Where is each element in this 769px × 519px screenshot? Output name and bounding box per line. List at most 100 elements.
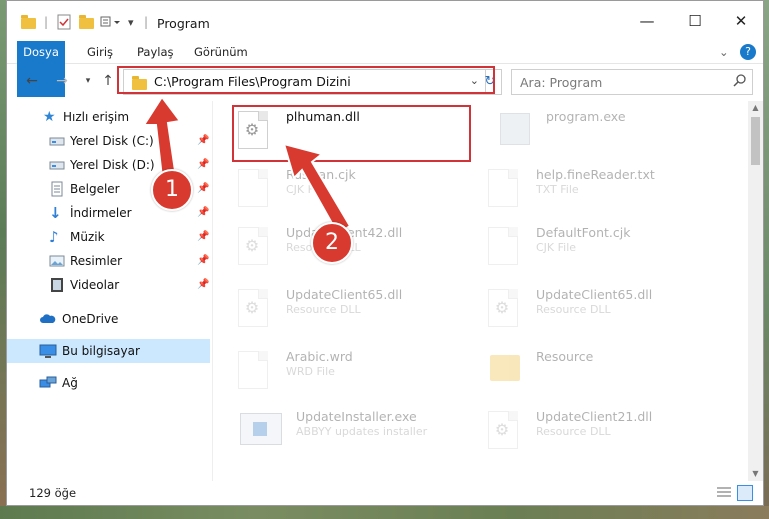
file-name: UpdateClient21.dll xyxy=(536,409,653,424)
computer-icon xyxy=(39,343,57,359)
close-button[interactable]: ✕ xyxy=(731,11,751,31)
nav-label: Resimler xyxy=(70,254,123,268)
ribbon-expand-icon[interactable]: ⌄ xyxy=(719,41,729,63)
chevron-down-icon[interactable]: ▾ xyxy=(128,13,134,31)
marker-1-badge: 1 xyxy=(151,169,193,211)
file-name: UpdateClient65.dll xyxy=(536,287,653,302)
new-folder-icon[interactable] xyxy=(79,13,94,31)
pictures-icon xyxy=(49,253,65,269)
file-name: program.exe xyxy=(546,109,626,124)
desktop-background-right xyxy=(764,0,769,519)
file-name: DefaultFont.cjk xyxy=(536,225,631,240)
nav-label: Müzik xyxy=(70,230,105,244)
pin-icon[interactable]: 📌 xyxy=(197,225,209,249)
exe-file-icon xyxy=(500,113,530,145)
file-list: ⚙ plhuman.dll program.exe Russian.cjk CJ… xyxy=(213,101,743,481)
gear-icon: ⚙ xyxy=(244,236,260,255)
nav-label: Hızlı erişim xyxy=(63,110,130,124)
file-item[interactable]: UpdateInstaller.exe ABBYY updates instal… xyxy=(238,407,468,463)
vertical-scrollbar[interactable]: ▲ ▼ xyxy=(748,101,763,481)
tab-home[interactable]: Giriş xyxy=(87,41,113,63)
file-item[interactable]: ⚙ UpdateClient65.dll Resource DLL xyxy=(238,285,468,341)
search-input[interactable]: Ara: Program xyxy=(511,69,753,95)
file-type: WRD File xyxy=(286,365,335,378)
customize-toolbar-icon[interactable] xyxy=(100,13,122,31)
file-name: Arabic.wrd xyxy=(286,349,353,364)
file-type: Resource DLL xyxy=(286,303,361,316)
gear-icon: ⚙ xyxy=(494,420,510,439)
refresh-button[interactable]: ↻ xyxy=(479,69,502,95)
tab-share[interactable]: Paylaş xyxy=(137,41,174,63)
marker-2-badge: 2 xyxy=(311,222,353,264)
address-path: C:\Program Files\Program Dizini xyxy=(154,74,351,89)
scroll-thumb[interactable] xyxy=(751,117,760,165)
pin-icon[interactable]: 📌 xyxy=(197,249,209,273)
nav-label: OneDrive xyxy=(62,312,119,326)
up-arrow-icon[interactable]: ↑ xyxy=(99,72,117,90)
file-type: ABBYY updates installer xyxy=(296,425,428,438)
nav-item-this-pc[interactable]: Bu bilgisayar xyxy=(7,339,210,363)
help-icon[interactable]: ? xyxy=(740,44,756,60)
file-type: Resource DLL xyxy=(536,425,611,438)
nav-item-music[interactable]: ♪ Müzik 📌 xyxy=(7,225,210,249)
file-item[interactable]: ⚙ UpdateClient21.dll Resource DLL xyxy=(488,407,718,463)
file-name: Russian.cjk xyxy=(286,167,356,182)
tab-view[interactable]: Görünüm xyxy=(194,41,248,63)
folder-icon xyxy=(132,76,147,90)
nav-item-network[interactable]: Ağ xyxy=(7,371,210,395)
file-item[interactable]: help.fineReader.txt TXT File xyxy=(488,165,718,221)
search-placeholder: Ara: Program xyxy=(520,75,603,90)
maximize-button[interactable]: ☐ xyxy=(685,11,705,31)
file-item[interactable]: ⚙ UpdateClient42.dll Resource DLL xyxy=(238,223,468,279)
videos-icon xyxy=(49,277,65,293)
address-bar[interactable]: C:\Program Files\Program Dizini ⌄ xyxy=(123,69,486,95)
nav-label: Belgeler xyxy=(70,182,120,196)
file-item[interactable]: Arabic.wrd WRD File xyxy=(238,347,468,403)
details-view-icon[interactable] xyxy=(717,486,731,498)
pin-icon[interactable]: 📌 xyxy=(197,153,209,177)
file-name: Resource xyxy=(536,349,594,364)
nav-item-onedrive[interactable]: OneDrive xyxy=(7,307,210,331)
nav-item-pictures[interactable]: Resimler 📌 xyxy=(7,249,210,273)
back-arrow-icon[interactable]: ← xyxy=(23,72,41,90)
gear-icon: ⚙ xyxy=(244,120,260,139)
nav-label: Yerel Disk (C:) xyxy=(70,134,154,148)
file-item-program-exe[interactable]: program.exe xyxy=(498,107,728,163)
chevron-down-icon[interactable]: ⌄ xyxy=(470,74,479,87)
nav-label: Yerel Disk (D:) xyxy=(70,158,155,172)
documents-icon xyxy=(49,181,65,197)
pin-icon[interactable]: 📌 xyxy=(197,273,209,297)
nav-item-local-disk-c[interactable]: Yerel Disk (C:) 📌 xyxy=(7,129,210,153)
pin-icon[interactable]: 📌 xyxy=(197,201,209,225)
network-icon xyxy=(39,375,57,391)
file-item-resource-folder[interactable]: Resource xyxy=(488,347,718,403)
scroll-down-icon[interactable]: ▼ xyxy=(748,467,763,481)
file-item[interactable]: ⚙ UpdateClient65.dll Resource DLL xyxy=(488,285,718,341)
recent-locations-icon[interactable]: ▾ xyxy=(79,72,97,90)
file-item-plhuman-dll[interactable]: ⚙ plhuman.dll xyxy=(238,107,468,163)
nav-label: Ağ xyxy=(62,376,78,390)
folder-icon xyxy=(490,355,520,381)
properties-icon[interactable] xyxy=(57,13,71,31)
nav-item-quick-access[interactable]: ★ Hızlı erişim xyxy=(7,105,210,129)
large-icons-view-icon[interactable] xyxy=(737,485,753,501)
music-icon: ♪ xyxy=(49,228,59,246)
pin-icon[interactable]: 📌 xyxy=(197,177,209,201)
nav-item-videos[interactable]: Videolar 📌 xyxy=(7,273,210,297)
scroll-up-icon[interactable]: ▲ xyxy=(748,101,763,115)
download-icon: ↓ xyxy=(49,204,62,222)
nav-label: İndirmeler xyxy=(70,206,132,220)
file-item[interactable]: DefaultFont.cjk CJK File xyxy=(488,223,718,279)
file-type: CJK File xyxy=(536,241,577,254)
file-icon xyxy=(488,169,518,207)
pin-icon[interactable]: 📌 xyxy=(197,129,209,153)
file-icon xyxy=(238,169,268,207)
file-name: UpdateClient65.dll xyxy=(286,287,403,302)
file-name: UpdateInstaller.exe xyxy=(296,409,417,424)
drive-icon xyxy=(49,157,65,173)
minimize-button[interactable]: — xyxy=(637,11,657,31)
file-item[interactable]: Russian.cjk CJK File xyxy=(238,165,468,221)
nav-label: Videolar xyxy=(70,278,120,292)
title-bar: | ▾ | Program — ☐ ✕ xyxy=(7,1,763,41)
forward-arrow-icon[interactable]: → xyxy=(53,72,71,90)
